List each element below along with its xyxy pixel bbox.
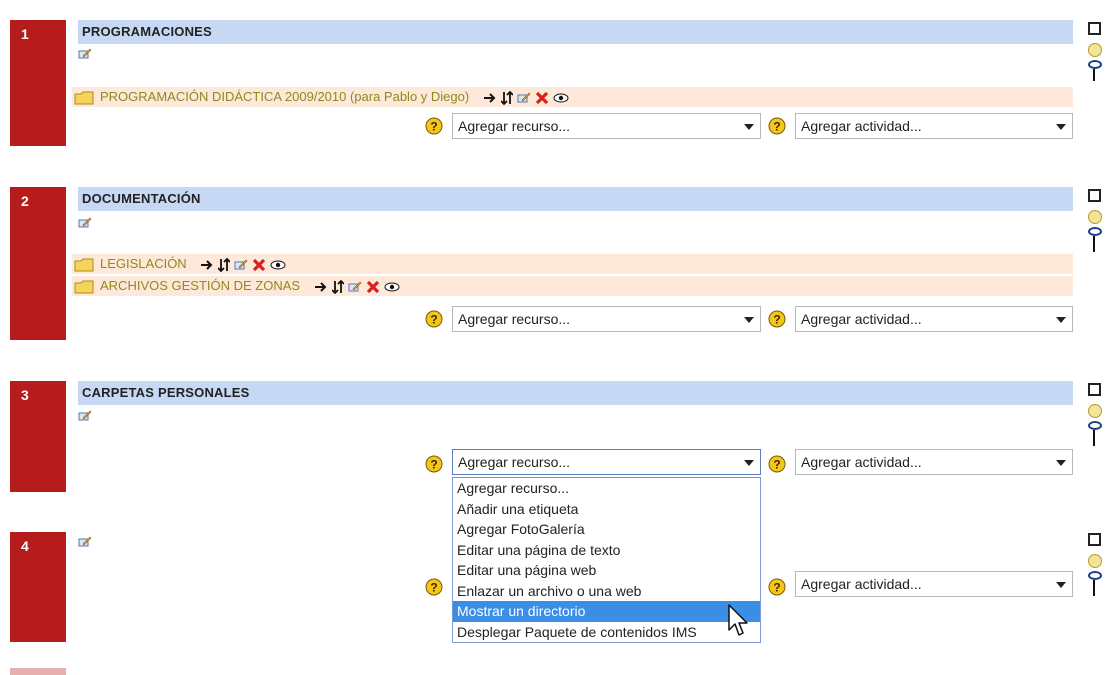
eye-icon[interactable]	[1088, 571, 1102, 580]
edit-icon[interactable]	[78, 536, 92, 548]
resource-link[interactable]: LEGISLACIÓN	[100, 256, 187, 271]
help-icon[interactable]: ?	[768, 455, 786, 473]
topic-number-2: 2	[10, 187, 66, 340]
topic-controls-2	[1088, 189, 1105, 252]
lightbulb-icon[interactable]	[1088, 404, 1102, 418]
dropdown-option[interactable]: Enlazar un archivo o una web	[453, 581, 760, 602]
resource-row: LEGISLACIÓN	[72, 254, 1073, 274]
chevron-down-icon	[1056, 582, 1066, 588]
dropdown-option[interactable]: Editar una página web	[453, 560, 760, 581]
move-updown-icon[interactable]	[500, 90, 513, 105]
topic-title-1: PROGRAMACIONES	[78, 20, 1073, 44]
add-resource-select-open[interactable]: Agregar recurso...	[452, 449, 761, 475]
edit-icon[interactable]	[78, 410, 92, 422]
edit-icon[interactable]	[78, 48, 92, 60]
topic-number-4: 4	[10, 532, 66, 642]
svg-text:?: ?	[430, 581, 437, 595]
delete-icon[interactable]	[535, 91, 549, 105]
move-updown-icon[interactable]	[1093, 236, 1095, 252]
edit-icon[interactable]	[78, 217, 92, 229]
help-icon[interactable]: ?	[425, 310, 443, 328]
checkbox-icon[interactable]	[1088, 533, 1101, 546]
move-updown-icon[interactable]	[1093, 430, 1095, 446]
help-icon[interactable]: ?	[425, 578, 443, 596]
chevron-down-icon	[1056, 460, 1066, 466]
delete-icon[interactable]	[366, 280, 380, 294]
dropdown-option[interactable]: Desplegar Paquete de contenidos IMS	[453, 622, 760, 643]
eye-icon[interactable]	[553, 93, 569, 103]
resource-row: ARCHIVOS GESTIÓN DE ZONAS	[72, 276, 1073, 296]
eye-icon[interactable]	[270, 260, 286, 270]
topic-number-3: 3	[10, 381, 66, 492]
add-activity-select[interactable]: Agregar actividad...	[795, 449, 1073, 475]
eye-icon[interactable]	[1088, 421, 1102, 430]
dropdown-option-highlighted[interactable]: Mostrar un directorio	[453, 601, 760, 622]
eye-icon[interactable]	[1088, 227, 1102, 236]
move-updown-icon[interactable]	[1093, 580, 1095, 596]
edit-icon[interactable]	[234, 259, 248, 271]
chevron-down-icon	[744, 460, 754, 466]
topic-controls-4	[1088, 533, 1105, 596]
folder-icon	[74, 280, 94, 294]
add-resource-select[interactable]: Agregar recurso...	[452, 306, 761, 332]
move-right-icon[interactable]	[483, 92, 497, 103]
svg-text:?: ?	[773, 458, 780, 472]
resource-row: PROGRAMACIÓN DIDÁCTICA 2009/2010 (para P…	[72, 87, 1073, 107]
move-right-icon[interactable]	[314, 281, 328, 292]
eye-icon[interactable]	[1088, 60, 1102, 69]
topic-number-1: 1	[10, 20, 66, 146]
checkbox-icon[interactable]	[1088, 189, 1101, 202]
svg-text:?: ?	[430, 458, 437, 472]
checkbox-icon[interactable]	[1088, 383, 1101, 396]
edit-icon[interactable]	[517, 92, 531, 104]
add-activity-select[interactable]: Agregar actividad...	[795, 571, 1073, 597]
add-resource-dropdown: Agregar recurso... Añadir una etiqueta A…	[452, 477, 761, 643]
topic-number-5-partial	[10, 668, 66, 675]
move-updown-icon[interactable]	[331, 279, 344, 294]
dropdown-option[interactable]: Añadir una etiqueta	[453, 499, 760, 520]
svg-text:?: ?	[773, 120, 780, 134]
resource-link[interactable]: PROGRAMACIÓN DIDÁCTICA 2009/2010 (para P…	[100, 89, 469, 104]
add-activity-select[interactable]: Agregar actividad...	[795, 113, 1073, 139]
chevron-down-icon	[1056, 317, 1066, 323]
move-right-icon[interactable]	[200, 259, 214, 270]
svg-text:?: ?	[773, 581, 780, 595]
resource-link[interactable]: ARCHIVOS GESTIÓN DE ZONAS	[100, 278, 300, 293]
help-icon[interactable]: ?	[768, 310, 786, 328]
help-icon[interactable]: ?	[768, 117, 786, 135]
help-icon[interactable]: ?	[425, 455, 443, 473]
folder-icon	[74, 91, 94, 105]
svg-text:?: ?	[773, 313, 780, 327]
topic-title-3: CARPETAS PERSONALES	[78, 381, 1073, 405]
edit-icon[interactable]	[348, 281, 362, 293]
topic-controls-3	[1088, 383, 1105, 446]
move-updown-icon[interactable]	[218, 257, 231, 272]
lightbulb-icon[interactable]	[1088, 210, 1102, 224]
help-icon[interactable]: ?	[425, 117, 443, 135]
svg-text:?: ?	[430, 120, 437, 134]
dropdown-option[interactable]: Agregar recurso...	[453, 478, 760, 499]
add-activity-select[interactable]: Agregar actividad...	[795, 306, 1073, 332]
svg-text:?: ?	[430, 313, 437, 327]
dropdown-option[interactable]: Agregar FotoGalería	[453, 519, 760, 540]
topic-title-2: DOCUMENTACIÓN	[78, 187, 1073, 211]
dropdown-option[interactable]: Editar una página de texto	[453, 540, 760, 561]
add-resource-select[interactable]: Agregar recurso...	[452, 113, 761, 139]
chevron-down-icon	[1056, 124, 1066, 130]
eye-icon[interactable]	[384, 282, 400, 292]
chevron-down-icon	[744, 317, 754, 323]
help-icon[interactable]: ?	[768, 578, 786, 596]
lightbulb-icon[interactable]	[1088, 554, 1102, 568]
lightbulb-icon[interactable]	[1088, 43, 1102, 57]
move-updown-icon[interactable]	[1093, 69, 1095, 81]
chevron-down-icon	[744, 124, 754, 130]
mouse-cursor-icon	[728, 604, 748, 636]
topic-controls-1	[1088, 22, 1105, 81]
delete-icon[interactable]	[252, 258, 266, 272]
folder-icon	[74, 258, 94, 272]
checkbox-icon[interactable]	[1088, 22, 1101, 35]
